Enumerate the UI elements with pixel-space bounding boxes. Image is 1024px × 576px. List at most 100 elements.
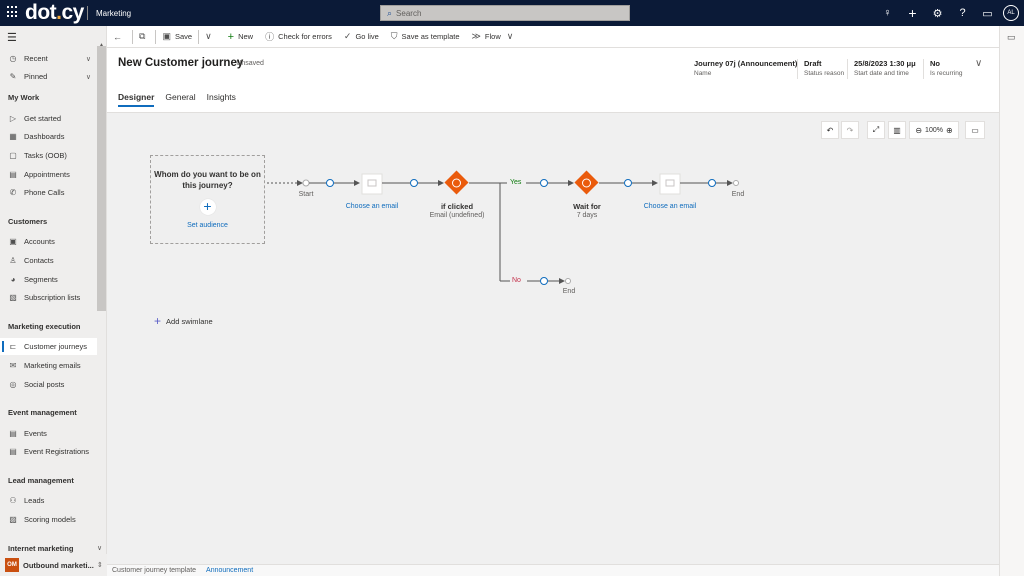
search-icon: ⌕	[387, 7, 393, 18]
sidebar-group-my-work: My Work	[8, 93, 40, 102]
add-swimlane-button[interactable]: + Add swimlane	[154, 314, 213, 328]
tab-designer[interactable]: Designer	[118, 92, 155, 107]
status-footer: Customer journey template Announcement	[107, 564, 999, 576]
save-as-template-button[interactable]: ⛉ Save as template	[385, 26, 466, 48]
sidebar-item-phone-calls[interactable]: ✆ Phone Calls	[0, 184, 97, 201]
leads-icon: ⚇	[9, 496, 17, 505]
header-field-start-date: 25/8/2023 1:30 μμ Start date and time	[854, 59, 916, 77]
sidebar-group-internet-marketing[interactable]: Internet marketing	[8, 544, 73, 553]
check-errors-button[interactable]: ⓘ Check for errors	[259, 26, 338, 48]
chevron-down-icon[interactable]: ∨	[86, 55, 91, 63]
journey-designer-canvas[interactable]: ↶ ↷ ⤢ ▥ ⊖ 100% ⊕ ▭ Whom do you want to b…	[107, 113, 999, 564]
expand-header-chevron-icon[interactable]: ∨	[975, 58, 982, 69]
plus-icon[interactable]: +	[900, 5, 925, 21]
email-tile-1	[361, 173, 383, 195]
condition-title: if clicked	[440, 202, 474, 211]
gear-icon[interactable]: ⚙	[925, 7, 950, 20]
sidebar-item-get-started[interactable]: ▷ Get started	[0, 110, 97, 127]
sidebar-item-pinned[interactable]: ✎ Pinned ∨	[0, 68, 97, 85]
list-icon: ▧	[9, 293, 17, 302]
back-button[interactable]: ←	[107, 26, 132, 48]
tab-list: Designer General Insights	[118, 92, 247, 107]
app-name: Marketing	[96, 9, 132, 18]
chevron-down-icon[interactable]: ∨	[86, 73, 91, 81]
add-step-button	[540, 179, 548, 187]
new-button[interactable]: + New	[222, 26, 259, 48]
sidebar-item-recent[interactable]: ◷ Recent ∨	[0, 50, 97, 67]
choose-email-link-2[interactable]: Choose an email	[644, 203, 697, 210]
add-step-button	[708, 179, 716, 187]
pin-icon: ✎	[9, 72, 17, 81]
flow-button[interactable]: ≫ Flow ∨	[466, 26, 524, 48]
chevron-updown-icon: ⇕	[96, 562, 103, 569]
right-rail: ▭	[999, 26, 1024, 576]
building-icon: ▣	[9, 237, 17, 246]
brand-divider	[87, 6, 88, 20]
avatar[interactable]: AL	[1003, 5, 1019, 21]
plus-icon: +	[227, 30, 235, 43]
sidebar-item-contacts[interactable]: ♙ Contacts	[0, 252, 97, 269]
wait-node	[574, 170, 599, 195]
mail-icon: ✉	[9, 361, 17, 370]
wait-title: Wait for	[573, 202, 601, 211]
sidebar-item-dashboards[interactable]: ▦ Dashboards	[0, 128, 97, 145]
chevron-down-icon: ∨	[506, 31, 514, 41]
sidebar-scrollbar[interactable]	[97, 46, 106, 311]
sidebar-item-events[interactable]: ▤ Events	[0, 425, 97, 442]
journey-icon: ⊏	[9, 342, 17, 351]
wait-subtitle: 7 days	[576, 212, 598, 219]
tab-insights[interactable]: Insights	[207, 92, 236, 107]
choose-email-link-1[interactable]: Choose an email	[346, 203, 399, 210]
sidebar-item-segments[interactable]: ◕ Segments	[0, 271, 97, 288]
tab-general[interactable]: General	[165, 92, 195, 107]
sidebar-group-customers: Customers	[8, 217, 48, 226]
area-label: Outbound marketi...	[23, 560, 94, 570]
save-button[interactable]: ▣ Save	[156, 26, 198, 48]
brand-logo: dot.cy	[25, 1, 84, 24]
area-badge: OM	[5, 558, 19, 572]
sidebar-item-tasks[interactable]: ▢ Tasks (OOB)	[0, 147, 97, 164]
command-bar: ← ⧉ ▣ Save ∨ + New ⓘ Check for errors ✓ Go l…	[107, 26, 999, 48]
sidebar-item-customer-journeys[interactable]: ⊏ Customer journeys	[0, 338, 97, 355]
app-launcher-icon[interactable]	[7, 6, 19, 18]
template-link[interactable]: Announcement	[206, 567, 253, 574]
open-new-window-button[interactable]: ⧉	[133, 26, 155, 48]
sidebar-item-scoring-models[interactable]: ▨ Scoring models	[0, 511, 97, 528]
sidebar-item-event-registrations[interactable]: ▤ Event Registrations	[0, 443, 97, 460]
sidebar-item-appointments[interactable]: ▤ Appointments	[0, 166, 97, 183]
check-circle-icon: ✓	[343, 31, 352, 41]
sidebar-group-lead-management: Lead management	[8, 476, 74, 485]
back-arrow-icon: ←	[113, 31, 122, 42]
sidebar-item-marketing-emails[interactable]: ✉ Marketing emails	[0, 357, 97, 374]
no-branch-label: No	[512, 277, 521, 284]
search-placeholder: Search	[396, 8, 422, 18]
yes-branch-label: Yes	[510, 179, 522, 186]
area-switcher[interactable]: OM Outbound marketi... ⇕	[0, 554, 107, 576]
hamburger-menu-icon[interactable]: ☰	[7, 31, 17, 44]
save-options-button[interactable]: ∨	[199, 26, 222, 48]
help-icon[interactable]: ?	[950, 7, 975, 19]
condition-node	[444, 170, 469, 195]
template-icon: ⛉	[390, 31, 398, 41]
chat-icon[interactable]: ▭	[975, 7, 1000, 20]
header-field-name: Journey 07j (Announcement) Name	[694, 59, 798, 77]
go-live-button[interactable]: ✓ Go live	[338, 26, 385, 48]
lightbulb-icon[interactable]: ♀	[875, 7, 900, 19]
calendar-icon: ▤	[9, 447, 17, 456]
chat-icon[interactable]: ▭	[1007, 32, 1016, 43]
end-node	[733, 180, 739, 186]
divider	[797, 59, 798, 79]
save-icon: ▣	[162, 31, 171, 41]
clock-icon: ◷	[9, 54, 17, 63]
sidebar-item-subscription-lists[interactable]: ▧ Subscription lists	[0, 289, 97, 306]
divider	[847, 59, 848, 79]
sidebar-item-accounts[interactable]: ▣ Accounts	[0, 233, 97, 250]
end-label: End	[731, 191, 745, 198]
top-bar: dot.cy Marketing ⌕ Search ♀ + ⚙ ? ▭ AL	[0, 0, 1024, 26]
sidebar-item-social-posts[interactable]: ◎ Social posts	[0, 376, 97, 393]
search-input[interactable]: ⌕ Search	[380, 5, 630, 21]
play-icon: ▷	[9, 114, 17, 123]
sidebar-item-leads[interactable]: ⚇ Leads	[0, 492, 97, 509]
start-node	[302, 179, 310, 187]
chevron-down-icon[interactable]: ∨	[97, 544, 102, 552]
